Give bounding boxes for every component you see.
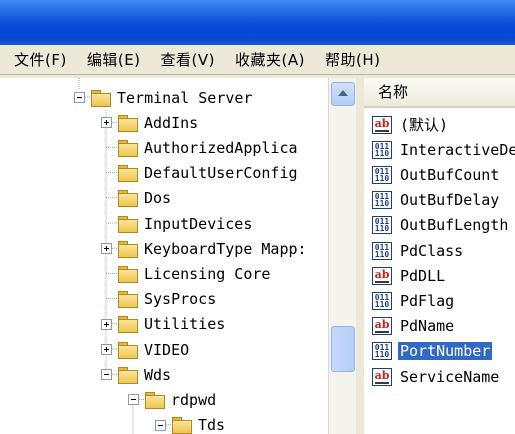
folder-icon <box>118 291 138 309</box>
folder-icon <box>118 215 138 233</box>
folder-icon <box>118 366 138 384</box>
tree-node-label: VIDEO <box>144 340 190 359</box>
folder-icon <box>118 139 138 157</box>
folder-icon <box>145 391 165 409</box>
tree-node-label: Terminal Server <box>117 88 253 107</box>
value-row[interactable]: ab (默认) <box>372 112 450 137</box>
tree-node-label: KeyboardType Mapp: <box>144 239 307 258</box>
tree-node[interactable]: Licensing Core <box>118 261 270 286</box>
value-row[interactable]: 011 110 PdFlag <box>372 288 456 313</box>
tree-node[interactable]: Dos <box>118 186 171 211</box>
value-row[interactable]: 011 110 PdClass <box>372 238 465 263</box>
value-name: OutBufDelay <box>400 191 500 210</box>
tree-node-label: Licensing Core <box>144 264 271 283</box>
folder-icon <box>118 316 138 334</box>
expand-plus-icon[interactable] <box>101 344 112 355</box>
value-row[interactable]: ab ServiceName <box>372 364 501 389</box>
binary-value-icon: 011 110 <box>372 191 392 210</box>
string-value-icon: ab <box>372 367 392 386</box>
value-name: ServiceName <box>400 367 500 386</box>
editor-area: Terminal Server AddIns AuthorizedApplica De… <box>0 75 515 434</box>
tree-node-label: SysProcs <box>144 290 217 309</box>
string-value-icon: ab <box>372 317 392 336</box>
value-name: PdName <box>400 317 455 336</box>
value-row[interactable]: ab PdDLL <box>372 263 447 288</box>
folder-icon <box>118 190 138 208</box>
tree-node[interactable]: AuthorizedApplica <box>118 135 298 160</box>
value-name: PdClass <box>400 241 464 260</box>
collapse-minus-icon[interactable] <box>128 394 139 406</box>
collapse-minus-icon[interactable] <box>155 419 166 431</box>
menu-edit[interactable]: 编辑(E) <box>87 49 141 70</box>
collapse-minus-icon[interactable] <box>74 92 85 103</box>
menu-favorites[interactable]: 收藏夹(A) <box>235 49 305 70</box>
pane-splitter[interactable] <box>356 78 364 434</box>
binary-value-icon: 011 110 <box>372 291 392 310</box>
folder-icon <box>118 114 138 132</box>
binary-value-icon: 011 110 <box>372 165 392 184</box>
registry-tree: Terminal Server AddIns AuthorizedApplica De… <box>0 78 357 434</box>
tree-scrollbar[interactable] <box>328 78 356 434</box>
tree-node-label: Utilities <box>144 315 226 334</box>
binary-value-icon: 011 110 <box>372 342 392 361</box>
menu-bar: 文件(F) 编辑(E) 查看(V) 收藏夹(A) 帮助(H) <box>0 45 515 75</box>
binary-value-icon: 011 110 <box>372 241 392 260</box>
tree-node[interactable]: Tds <box>172 413 225 434</box>
value-name: PortNumber <box>398 342 493 361</box>
tree-node-label: Wds <box>144 365 172 384</box>
tree-node-label: Dos <box>144 189 172 208</box>
scroll-up-arrow-icon[interactable] <box>331 82 355 106</box>
tree-node-label: InputDevices <box>144 214 253 233</box>
values-list: 名称 ab (默认) 011 110 InteractiveDe 011 110 OutBuf… <box>364 78 515 434</box>
value-row[interactable]: ab PdName <box>372 314 456 339</box>
string-value-icon: ab <box>372 115 392 134</box>
value-name: InteractiveDe <box>400 140 515 159</box>
tree-node[interactable]: SysProcs <box>118 287 216 312</box>
tree-node-label: AddIns <box>144 113 199 132</box>
value-row[interactable]: 011 110 OutBufDelay <box>372 188 501 213</box>
folder-icon <box>118 265 138 283</box>
value-row[interactable]: 011 110 InteractiveDe <box>372 137 515 162</box>
tree-node-label: DefaultUserConfig <box>144 164 298 183</box>
tree-node-label: rdpwd <box>171 390 217 409</box>
folder-icon <box>118 240 138 258</box>
menu-view[interactable]: 查看(V) <box>161 49 215 70</box>
folder-icon <box>172 417 192 434</box>
tree-node[interactable]: KeyboardType Mapp: <box>118 236 307 261</box>
binary-value-icon: 011 110 <box>372 140 392 159</box>
tree-node-label: AuthorizedApplica <box>144 138 298 157</box>
value-row[interactable]: 011 110 OutBufCount <box>372 162 501 187</box>
scrollbar-thumb[interactable] <box>331 326 355 372</box>
expand-plus-icon[interactable] <box>101 117 112 129</box>
expand-plus-icon[interactable] <box>101 318 112 330</box>
tree-node[interactable]: InputDevices <box>118 211 252 236</box>
tree-node[interactable]: VIDEO <box>118 337 189 362</box>
title-bar <box>0 0 515 45</box>
tree-node[interactable]: rdpwd <box>145 387 216 412</box>
value-name: OutBufLength <box>400 216 509 235</box>
folder-icon <box>118 341 138 359</box>
menu-file[interactable]: 文件(F) <box>14 49 67 70</box>
value-name: PdDLL <box>400 266 446 285</box>
tree-node[interactable]: Terminal Server <box>91 85 252 110</box>
menu-help[interactable]: 帮助(H) <box>325 49 380 70</box>
string-value-icon: ab <box>372 266 392 285</box>
value-name: PdFlag <box>400 291 455 310</box>
folder-icon <box>91 89 111 107</box>
value-row[interactable]: 011 110 PortNumber <box>372 339 493 364</box>
tree-node[interactable]: Utilities <box>118 312 225 337</box>
tree-node[interactable]: Wds <box>118 362 171 387</box>
value-name: OutBufCount <box>400 165 500 184</box>
value-name: (默认) <box>400 116 449 134</box>
tree-node[interactable]: DefaultUserConfig <box>118 161 298 186</box>
collapse-minus-icon[interactable] <box>101 369 112 381</box>
expand-plus-icon[interactable] <box>101 243 112 255</box>
tree-node[interactable]: AddIns <box>118 110 198 135</box>
binary-value-icon: 011 110 <box>372 216 392 235</box>
column-header-name[interactable]: 名称 <box>364 78 515 108</box>
tree-node-label: Tds <box>198 416 226 434</box>
folder-icon <box>118 165 138 183</box>
value-row[interactable]: 011 110 OutBufLength <box>372 213 510 238</box>
